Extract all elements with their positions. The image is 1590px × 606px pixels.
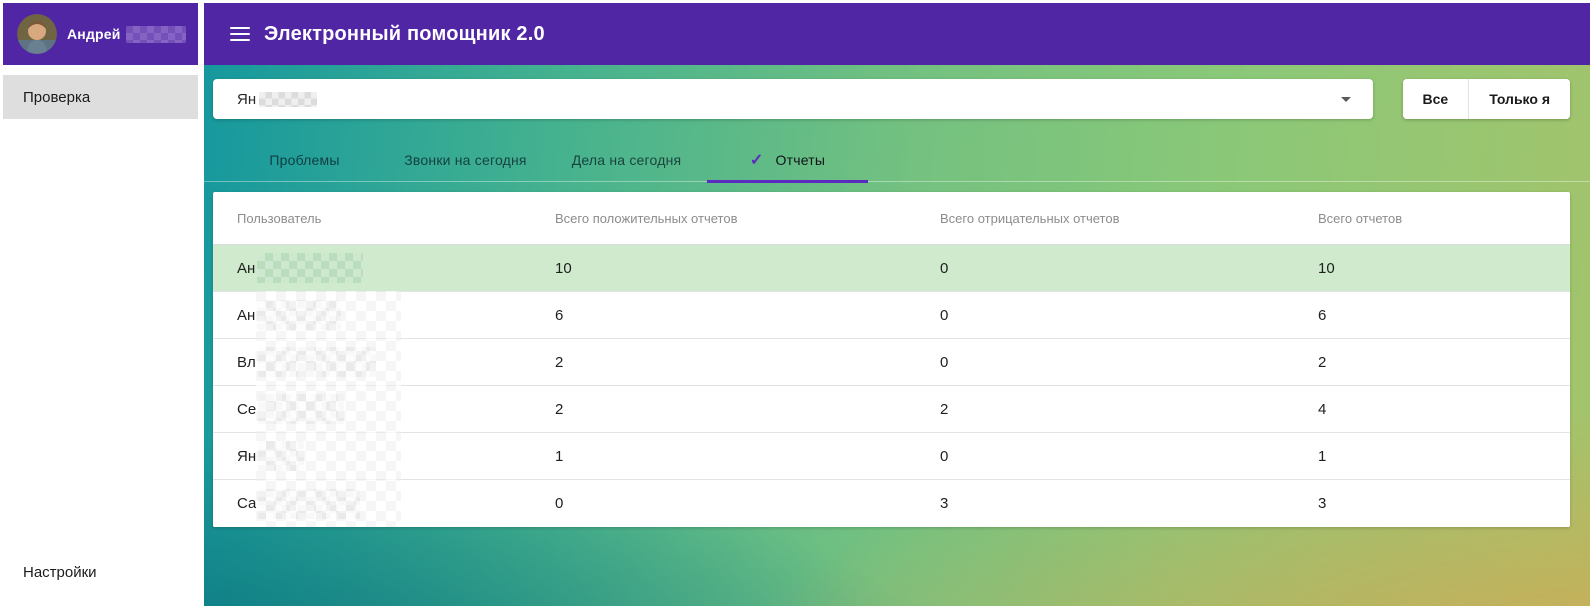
- app-title: Электронный помощник 2.0: [264, 22, 545, 45]
- main-area: Электронный помощник 2.0 Ян Все Только я…: [204, 3, 1590, 606]
- blurred-user-name: [258, 441, 305, 471]
- total-count: 4: [1318, 400, 1327, 418]
- scope-toggle-group: Все Только я: [1402, 79, 1570, 119]
- user-name: Андрей: [67, 26, 121, 42]
- tab-4[interactable]: ✓ Отчеты: [707, 137, 868, 183]
- user-cell: Вл: [213, 347, 531, 377]
- positive-count: 1: [555, 447, 564, 465]
- total-count: 6: [1318, 306, 1327, 324]
- negative-count: 0: [940, 306, 949, 324]
- negative-count: 0: [940, 353, 949, 371]
- column-header-positive: Всего положительных отчетов: [555, 210, 738, 226]
- total-count: 2: [1318, 353, 1327, 371]
- sidebar: Андрей Проверка Настройки: [3, 3, 198, 603]
- chevron-down-icon: [1340, 96, 1351, 102]
- column-header-total: Всего отчетов: [1318, 210, 1403, 226]
- user-name-prefix: Ян: [237, 447, 257, 465]
- select-value-blurred: [259, 91, 318, 107]
- total-count: 10: [1318, 259, 1335, 277]
- table-row[interactable]: Ан 6 0 6: [213, 292, 1570, 339]
- menu-icon[interactable]: [230, 27, 250, 41]
- total-count: 3: [1318, 495, 1327, 512]
- select-value-prefix: Ян: [237, 90, 257, 108]
- positive-count: 6: [555, 306, 564, 324]
- blurred-user-name: [258, 394, 345, 424]
- user-name-prefix: Са: [237, 495, 257, 512]
- tab-label: Дела на сегодня: [571, 151, 682, 168]
- check-icon: ✓: [749, 151, 764, 169]
- tab-1[interactable]: Проблемы: [224, 137, 385, 182]
- user-cell: Ан: [213, 253, 531, 283]
- reports-table-card: Пользователь Всего положительных отчетов…: [213, 192, 1570, 527]
- user-panel[interactable]: Андрей: [3, 3, 198, 65]
- positive-count: 10: [555, 259, 572, 277]
- table-body: Ан 10 0 10 Ан 6 0 6 Вл 2 0 2 Се 2 2 4 Ян 1 0 1 Са 0 3 3: [213, 245, 1570, 527]
- sidebar-item-proverka[interactable]: Проверка: [3, 75, 198, 119]
- user-cell: Се: [213, 394, 531, 424]
- table-row[interactable]: Са 0 3 3: [213, 480, 1570, 527]
- sidebar-nav: Проверка: [3, 75, 198, 119]
- table-row[interactable]: Вл 2 0 2: [213, 339, 1570, 386]
- tab-2[interactable]: Звонки на сегодня: [385, 137, 546, 182]
- negative-count: 2: [940, 400, 949, 418]
- user-name-prefix: Ан: [237, 259, 256, 277]
- page: Андрей Проверка Настройки Электронный по…: [0, 0, 1590, 606]
- tab-label: Отчеты: [775, 151, 826, 168]
- column-header-negative: Всего отрицательных отчетов: [940, 210, 1120, 226]
- positive-count: 2: [555, 353, 564, 371]
- table-row[interactable]: Ан 10 0 10: [213, 245, 1570, 292]
- negative-count: 3: [940, 495, 949, 512]
- user-cell: Ан: [213, 300, 531, 330]
- negative-count: 0: [940, 259, 949, 277]
- blurred-user-name: [258, 488, 361, 519]
- negative-count: 0: [940, 447, 949, 465]
- blurred-user-name: [257, 253, 364, 283]
- tab-label: Проблемы: [269, 151, 340, 168]
- user-name-prefix: Се: [237, 400, 257, 418]
- user-cell: Ян: [213, 441, 531, 471]
- blurred-user-name: [257, 347, 376, 377]
- total-count: 1: [1318, 447, 1327, 465]
- content-background: Ян Все Только я Проблемы Звонки на сегодн…: [204, 65, 1590, 606]
- table-header-row: Пользователь Всего положительных отчетов…: [213, 192, 1570, 245]
- table-row[interactable]: Ян 1 0 1: [213, 433, 1570, 480]
- positive-count: 0: [555, 495, 564, 512]
- user-name-prefix: Ан: [237, 306, 256, 324]
- blurred-user-name: [257, 300, 342, 330]
- column-header-user: Пользователь: [237, 210, 322, 226]
- tab-3[interactable]: Дела на сегодня: [546, 137, 707, 182]
- user-cell: Са: [213, 488, 531, 519]
- user-surname-blurred: [125, 25, 186, 43]
- only-me-button[interactable]: Только я: [1468, 79, 1570, 119]
- positive-count: 2: [555, 400, 564, 418]
- avatar: [17, 14, 57, 54]
- tab-label: Звонки на сегодня: [404, 151, 527, 168]
- app-bar: Электронный помощник 2.0: [204, 3, 1590, 65]
- toolbar: Ян Все Только я: [204, 65, 1590, 119]
- user-name-prefix: Вл: [237, 353, 256, 371]
- table-row[interactable]: Се 2 2 4: [213, 386, 1570, 433]
- tab-bar: Проблемы Звонки на сегодня Дела на сегодня…: [204, 137, 1590, 183]
- all-button[interactable]: Все: [1402, 79, 1469, 119]
- user-select[interactable]: Ян: [213, 79, 1373, 119]
- sidebar-item-settings[interactable]: Настройки: [23, 564, 97, 581]
